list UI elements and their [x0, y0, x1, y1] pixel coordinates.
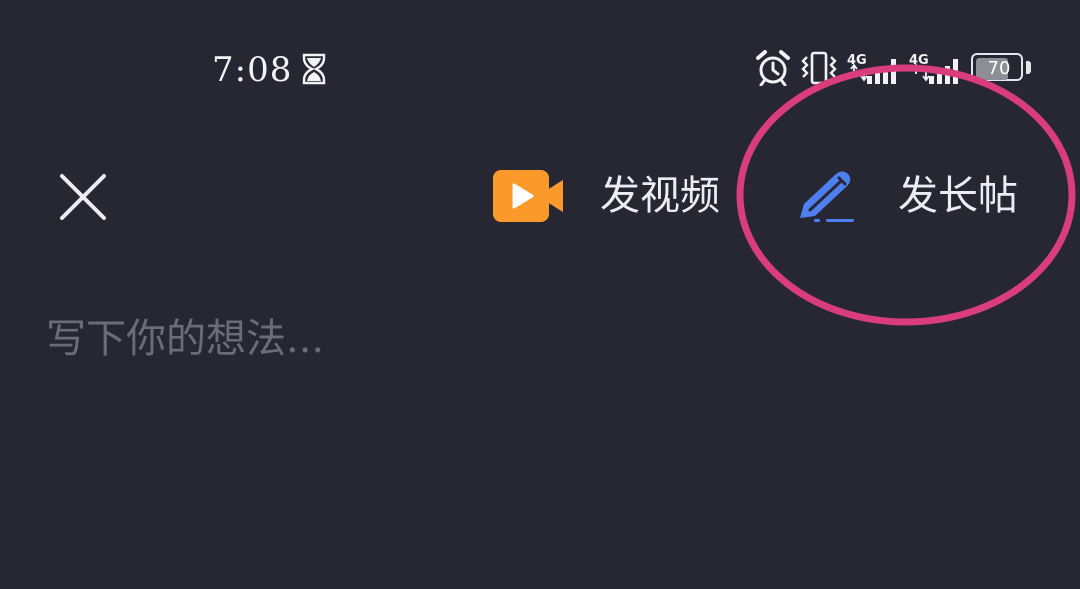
- video-camera-icon: [493, 170, 563, 222]
- vibrate-icon: [801, 51, 837, 85]
- post-video-button[interactable]: 发视频: [490, 160, 730, 232]
- post-long-post-button[interactable]: 发长帖: [788, 160, 1028, 232]
- close-button[interactable]: [52, 166, 114, 228]
- post-video-label: 发视频: [600, 173, 720, 219]
- svg-text:4G: 4G: [909, 53, 929, 68]
- alarm-icon: [756, 50, 790, 86]
- close-icon: [60, 174, 106, 220]
- compose-screen: 7:08 4G 4G 70 发视频 发长帖 写下你的想法...: [0, 0, 1080, 589]
- battery-percent: 70: [987, 58, 1011, 79]
- hourglass-icon: [302, 53, 326, 85]
- pen-icon: [800, 171, 854, 222]
- status-time: 7:08: [212, 50, 293, 90]
- battery-body: 70: [971, 53, 1023, 81]
- battery-cap: [1026, 61, 1031, 74]
- svg-text:4G: 4G: [847, 53, 867, 68]
- thought-input[interactable]: [46, 304, 1036, 374]
- post-long-post-label: 发长帖: [898, 173, 1018, 219]
- battery-icon: 70: [971, 53, 1033, 85]
- signal-icon: 4G: [909, 53, 958, 84]
- signal-icon: 4G: [847, 53, 896, 84]
